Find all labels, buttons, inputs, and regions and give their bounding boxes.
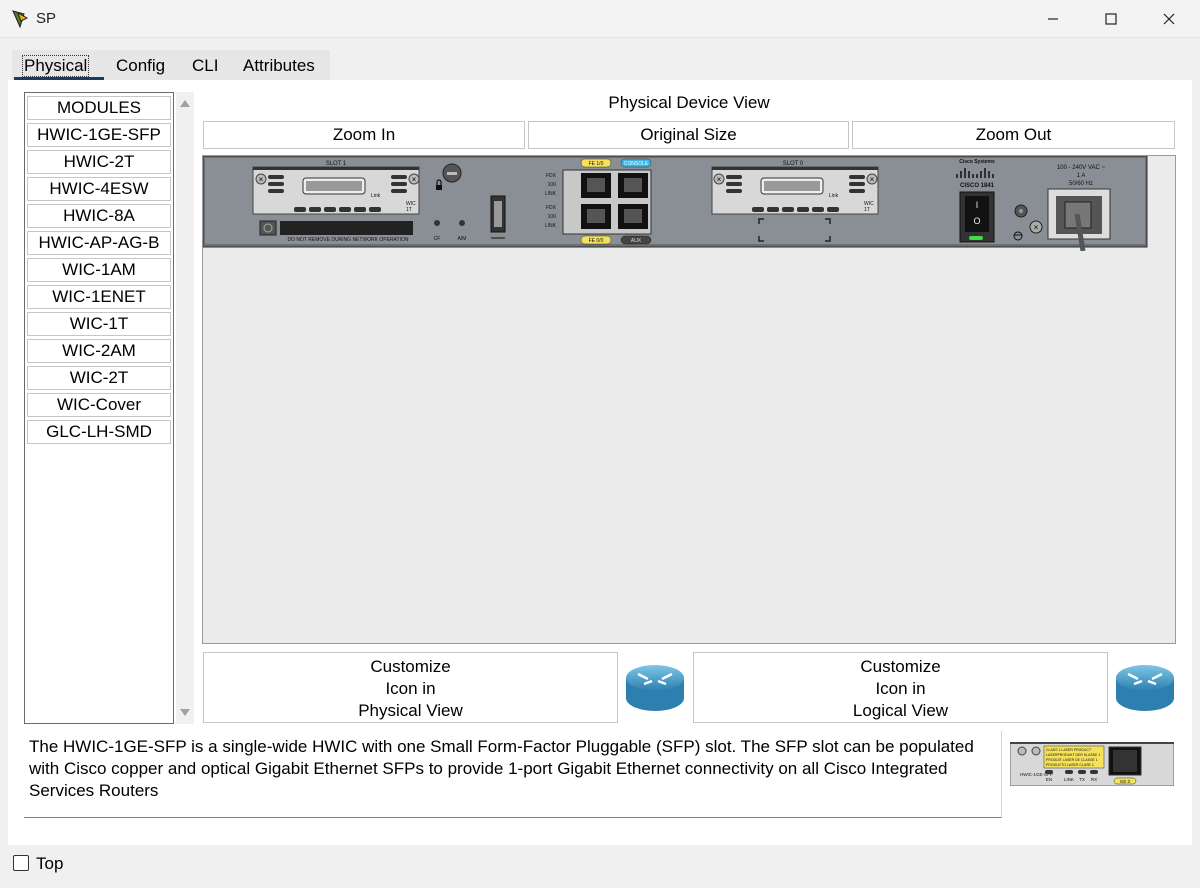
module-item-hwic-ap-ag-b[interactable]: HWIC-AP-AG-B (27, 231, 171, 255)
tab-config[interactable]: Config (114, 55, 167, 77)
thumb-port-label: GE 0 (1120, 779, 1131, 784)
window-title: SP (36, 10, 57, 27)
slot-0-link-label: Link (829, 193, 839, 199)
module-item-wic-1t[interactable]: WIC-1T (27, 312, 171, 336)
title-bar: SP (0, 0, 1200, 38)
zoom-out-button[interactable]: Zoom Out (852, 121, 1175, 149)
minimize-icon (1048, 18, 1058, 20)
module-item-wic-1am[interactable]: WIC-1AM (27, 258, 171, 282)
aux-label: AUX (631, 238, 642, 244)
customize-physical-line1: Customize (370, 657, 451, 676)
laser-warning-line4: PRODUCTO LASER CLASE 1 (1046, 763, 1094, 767)
tab-attributes[interactable]: Attributes (241, 55, 317, 77)
thumb-tx-label: TX (1079, 777, 1085, 782)
link-label-top: LINK (545, 191, 557, 197)
svg-text:×: × (259, 175, 264, 184)
do-not-remove-text: DO NOT REMOVE DURING NETWORK OPERATION (288, 237, 409, 243)
customize-logical-line1: Customize (860, 657, 941, 676)
module-thumbnail: CLASS 1 LASER PRODUCT LASERPRODUKT DER K… (1010, 742, 1174, 786)
maximize-icon (1105, 13, 1117, 25)
fdx-label-bottom: FDX (546, 205, 557, 211)
maximize-button[interactable] (1082, 0, 1140, 38)
power-rating-line2: 1 A (1077, 173, 1086, 179)
svg-text:I: I (976, 200, 979, 210)
module-item-glc-lh-smd[interactable]: GLC-LH-SMD (27, 420, 171, 444)
tab-bar: Physical Config CLI Attributes (12, 50, 330, 80)
tab-cli[interactable]: CLI (190, 55, 220, 77)
slot-1-label: SLOT 1 (326, 161, 347, 167)
module-item-hwic-4esw[interactable]: HWIC-4ESW (27, 177, 171, 201)
svg-text:×: × (870, 175, 875, 184)
slot-1-module[interactable]: SLOT 1 × × Link WIC 1T (252, 161, 420, 215)
minimize-button[interactable] (1024, 0, 1082, 38)
module-list-header: MODULES (27, 96, 171, 120)
module-list-scrollbar[interactable] (176, 92, 194, 724)
cf-label: CF (434, 236, 441, 242)
tab-physical[interactable]: Physical (22, 55, 90, 77)
svg-text:×: × (717, 175, 722, 184)
thumb-link-label: LINK (1064, 777, 1074, 782)
physical-device-view-title: Physical Device View (608, 93, 770, 112)
top-checkbox[interactable] (13, 855, 29, 871)
physical-device-canvas[interactable]: SLOT 1 × × Link WIC 1T DO NOT REMOVE DUR… (202, 155, 1176, 644)
svg-text:O: O (973, 216, 980, 226)
scroll-down-arrow-icon[interactable] (180, 709, 190, 716)
model-label: CISCO 1841 (960, 183, 995, 189)
customize-logical-line2: Icon in (875, 679, 926, 698)
zoom-in-button[interactable]: Zoom In (203, 121, 525, 149)
laser-warning-line2: LASERPRODUKT DER KLASSE 1 (1046, 753, 1100, 757)
slot-0-label: SLOT 0 (783, 161, 804, 167)
svg-text:×: × (412, 175, 417, 184)
power-rating-line3: 50/60 Hz (1069, 181, 1093, 187)
scroll-up-arrow-icon[interactable] (180, 100, 190, 107)
module-item-hwic-8a[interactable]: HWIC-8A (27, 204, 171, 228)
module-item-hwic-1ge-sfp[interactable]: HWIC-1GE-SFP (27, 123, 171, 147)
module-item-hwic-2t[interactable]: HWIC-2T (27, 150, 171, 174)
link-label-bottom: LINK (545, 223, 557, 229)
customize-physical-line2: Icon in (385, 679, 436, 698)
thumb-rx-label: RX (1091, 777, 1097, 782)
top-checkbox-label: Top (36, 854, 64, 873)
slot-1-wic-sub: 1T (406, 207, 412, 213)
close-button[interactable] (1140, 0, 1198, 38)
speed-label-bottom: 100 (548, 214, 557, 220)
router-chassis: SLOT 1 × × Link WIC 1T DO NOT REMOVE DUR… (203, 156, 1148, 251)
slot-0-wic-sub: 1T (864, 207, 870, 213)
brand-label: Cisco Systems (959, 159, 995, 165)
module-description: The HWIC-1GE-SFP is a single-wide HWIC w… (24, 731, 1002, 818)
laser-warning-line3: PRODUIT LASER DE CLASSE 1 (1046, 758, 1098, 762)
aim-label: AIM (458, 236, 467, 242)
fe10-label: FE 1/0 (589, 161, 604, 167)
customize-logical-line3: Logical View (852, 701, 949, 720)
laser-warning-line1: CLASS 1 LASER PRODUCT (1046, 748, 1092, 752)
power-rating-line1: 100 - 240V VAC ~ (1057, 165, 1106, 171)
module-item-wic-cover[interactable]: WIC-Cover (27, 393, 171, 417)
fdx-label-top: FDX (546, 173, 557, 179)
close-icon (1163, 13, 1175, 25)
module-item-wic-1enet[interactable]: WIC-1ENET (27, 285, 171, 309)
fe00-label: FE 0/0 (589, 238, 604, 244)
thumb-en-label: EN (1046, 777, 1052, 782)
customize-physical-line3: Physical View (358, 701, 463, 720)
slot-1-link-label: Link (371, 193, 381, 199)
speed-label-top: 100 (548, 182, 557, 188)
router-icon (1116, 665, 1174, 711)
module-item-wic-2am[interactable]: WIC-2AM (27, 339, 171, 363)
original-size-button[interactable]: Original Size (528, 121, 849, 149)
module-list: MODULES HWIC-1GE-SFP HWIC-2T HWIC-4ESW H… (24, 92, 174, 724)
customize-physical-icon-button[interactable]: Customize Icon in Physical View (203, 652, 618, 723)
packet-tracer-app-icon (12, 10, 29, 29)
slot-0-module[interactable]: SLOT 0 × × Link WIC 1T (711, 161, 879, 215)
module-item-wic-2t[interactable]: WIC-2T (27, 366, 171, 390)
console-label: CONSOLE (624, 161, 649, 167)
router-icon (626, 665, 684, 711)
customize-logical-icon-button[interactable]: Customize Icon in Logical View (693, 652, 1108, 723)
svg-text:×: × (1034, 223, 1039, 232)
